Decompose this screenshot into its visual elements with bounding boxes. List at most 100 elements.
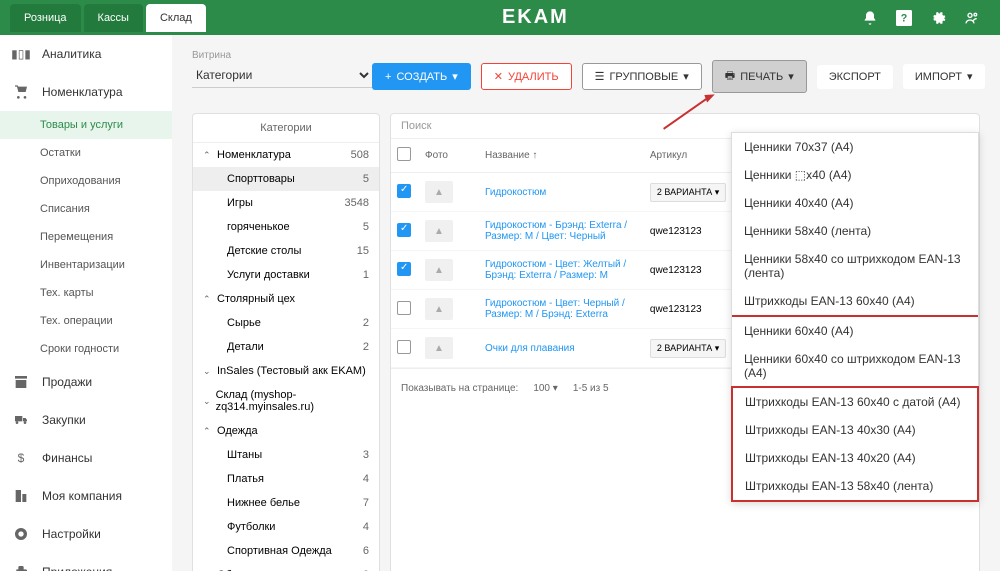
category-label: Детские столы: [227, 245, 301, 257]
category-item[interactable]: Игры3548: [193, 191, 379, 215]
sidebar-sub-stock[interactable]: Остатки: [0, 139, 172, 167]
tab-sklad[interactable]: Склад: [146, 4, 206, 32]
sidebar-item-apps[interactable]: Приложения: [0, 553, 172, 571]
category-item[interactable]: ⌃Столярный цех: [193, 287, 379, 311]
category-label: Футболки: [227, 521, 275, 533]
sidebar-sub-inventory[interactable]: Инвентаризации: [0, 251, 172, 279]
filters: Витрина Категории: [192, 50, 372, 88]
category-item[interactable]: ⌃Обувь2: [193, 563, 379, 571]
dollar-icon: $: [12, 449, 30, 467]
print-option[interactable]: Штрихкоды EAN-13 60x40 (A4): [732, 287, 978, 317]
sidebar-item-purchases[interactable]: Закупки: [0, 401, 172, 439]
category-item[interactable]: Нижнее белье7: [193, 491, 379, 515]
category-label: Платья: [227, 473, 264, 485]
print-button[interactable]: 🖶 ПЕЧАТЬ ▾: [712, 60, 807, 93]
print-option[interactable]: Ценники 40x40 (A4): [732, 189, 978, 217]
row-checkbox[interactable]: [397, 340, 411, 354]
category-item[interactable]: ⌃Номенклатура508: [193, 143, 379, 167]
import-button[interactable]: ИМПОРТ ▾: [903, 64, 985, 89]
sidebar-item-nomenclature[interactable]: Номенклатура: [0, 73, 172, 111]
category-item[interactable]: ⌄Склад (myshop-zq314.myinsales.ru): [193, 383, 379, 419]
category-item[interactable]: Детские столы15: [193, 239, 379, 263]
row-checkbox[interactable]: [397, 184, 411, 198]
category-item[interactable]: ⌄InSales (Тестовый акк EKAM): [193, 359, 379, 383]
print-option[interactable]: Ценники ⬚х40 (A4): [732, 161, 978, 189]
gear-icon[interactable]: [930, 10, 946, 26]
print-option[interactable]: Ценники 70х37 (A4): [732, 133, 978, 161]
export-button[interactable]: ЭКСПОРТ: [817, 65, 893, 89]
category-item[interactable]: Футболки4: [193, 515, 379, 539]
category-label: Одежда: [217, 425, 258, 437]
print-option[interactable]: Ценники 58x40 (лента): [732, 217, 978, 245]
print-option[interactable]: Штрихкоды EAN-13 40x30 (A4): [733, 416, 977, 444]
print-option[interactable]: Ценники 60x40 (A4): [732, 317, 978, 345]
print-option[interactable]: Штрихкоды EAN-13 60x40 с датой (A4): [733, 388, 977, 416]
category-count: 6: [363, 545, 369, 557]
per-page-select[interactable]: 100 ▾: [533, 383, 558, 394]
sidebar-sub-products[interactable]: Товары и услуги: [0, 111, 172, 139]
sidebar-sub-receipts[interactable]: Оприходования: [0, 167, 172, 195]
main-header: Розница Кассы Склад EKAM ?: [0, 0, 1000, 35]
product-link[interactable]: Гидрокостюм - Брэнд: Exterra / Размер: M…: [485, 220, 627, 242]
gear-icon: [12, 525, 30, 543]
print-option[interactable]: Штрихкоды EAN-13 58x40 (лента): [733, 472, 977, 500]
chevron-down-icon: ▾: [683, 70, 689, 83]
category-label: Услуги доставки: [227, 269, 310, 281]
category-item[interactable]: Платья4: [193, 467, 379, 491]
category-label: Номенклатура: [217, 149, 291, 161]
sku-value: qwe123123: [650, 304, 702, 315]
select-all-checkbox[interactable]: [397, 147, 411, 161]
category-label: Нижнее белье: [227, 497, 300, 509]
create-button[interactable]: + СОЗДАТЬ ▾: [372, 63, 471, 90]
sidebar-sub-expiry[interactable]: Сроки годности: [0, 335, 172, 363]
sidebar-sub-techops[interactable]: Тех. операции: [0, 307, 172, 335]
print-option[interactable]: Штрихкоды EAN-13 40x20 (A4): [733, 444, 977, 472]
category-item[interactable]: горяченькое5: [193, 215, 379, 239]
group-button[interactable]: ☰ ГРУППОВЫЕ ▾: [582, 63, 702, 90]
print-option[interactable]: Ценники 60x40 со штрихкодом EAN-13 (A4): [732, 345, 978, 387]
category-label: Спорттовары: [227, 173, 295, 185]
row-checkbox[interactable]: [397, 223, 411, 237]
sidebar-item-settings[interactable]: Настройки: [0, 515, 172, 553]
row-checkbox[interactable]: [397, 262, 411, 276]
print-option[interactable]: Ценники 58x40 со штрихкодом EAN-13 (лент…: [732, 245, 978, 287]
sidebar-label: Номенклатура: [42, 85, 123, 99]
sidebar-sub-writeoffs[interactable]: Списания: [0, 195, 172, 223]
sidebar-sub-techcards[interactable]: Тех. карты: [0, 279, 172, 307]
sidebar-item-analytics[interactable]: ▮▯▮ Аналитика: [0, 35, 172, 73]
product-link[interactable]: Гидрокостюм - Цвет: Черный / Размер: M /…: [485, 298, 625, 320]
variants-button[interactable]: 2 ВАРИАНТА ▾: [650, 183, 726, 202]
product-link[interactable]: Очки для плавания: [485, 343, 575, 354]
category-item[interactable]: Детали2: [193, 335, 379, 359]
vitrina-select[interactable]: Категории: [192, 63, 372, 88]
sidebar-sub-transfers[interactable]: Перемещения: [0, 223, 172, 251]
delete-button[interactable]: ✕ УДАЛИТЬ: [481, 63, 572, 90]
category-item[interactable]: Услуги доставки1: [193, 263, 379, 287]
col-name[interactable]: Название ↑: [479, 139, 644, 173]
tab-retail[interactable]: Розница: [10, 4, 81, 32]
product-link[interactable]: Гидрокостюм: [485, 187, 546, 198]
category-item[interactable]: Спорттовары5: [193, 167, 379, 191]
category-label: Спортивная Одежда: [227, 545, 332, 557]
sidebar-item-company[interactable]: Моя компания: [0, 477, 172, 515]
puzzle-icon: [12, 563, 30, 571]
category-count: 3: [363, 449, 369, 461]
col-photo[interactable]: Фото: [419, 139, 479, 173]
filter-vitrina: Витрина Категории: [192, 50, 372, 88]
category-item[interactable]: Сырье2: [193, 311, 379, 335]
user-icon[interactable]: [964, 10, 980, 26]
sku-value: qwe123123: [650, 265, 702, 276]
category-label: Игры: [227, 197, 253, 209]
tab-kassy[interactable]: Кассы: [84, 4, 143, 32]
category-item[interactable]: Спортивная Одежда 6: [193, 539, 379, 563]
sidebar-item-sales[interactable]: Продажи: [0, 363, 172, 401]
category-item[interactable]: Штаны3: [193, 443, 379, 467]
category-item[interactable]: ⌃Одежда: [193, 419, 379, 443]
row-checkbox[interactable]: [397, 301, 411, 315]
sidebar-item-finance[interactable]: $ Финансы: [0, 439, 172, 477]
variants-button[interactable]: 2 ВАРИАНТА ▾: [650, 339, 726, 358]
product-link[interactable]: Гидрокостюм - Цвет: Желтый / Брэнд: Exte…: [485, 259, 626, 281]
help-icon[interactable]: ?: [896, 10, 912, 26]
svg-text:?: ?: [901, 12, 908, 24]
bell-icon[interactable]: [862, 10, 878, 26]
